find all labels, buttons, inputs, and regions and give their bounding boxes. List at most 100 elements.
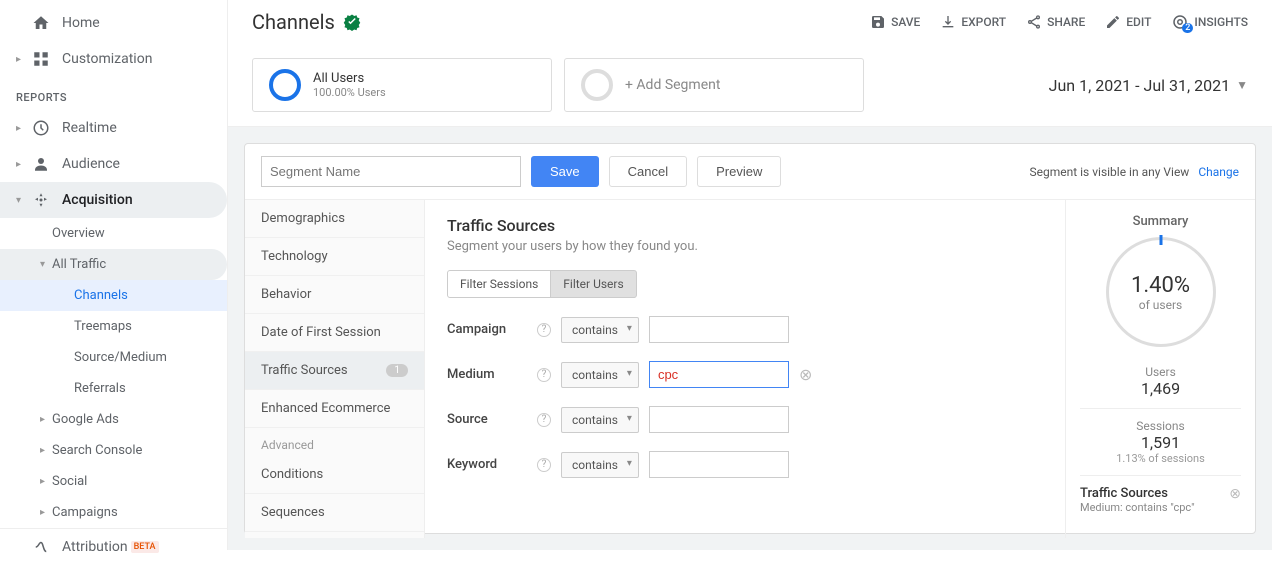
left-item-conditions[interactable]: Conditions [245,456,424,494]
campaign-input[interactable] [649,316,789,343]
summary-pct: 1.40% [1131,273,1190,298]
medium-label: Medium [447,367,527,382]
share-icon [1026,14,1042,30]
expand-arrow: ▾ [40,259,52,270]
insights-button[interactable]: 2INSIGHTS [1171,13,1248,31]
left-item-behavior[interactable]: Behavior [245,276,424,314]
sidebar-sub-campaigns[interactable]: ▸Campaigns [0,497,227,528]
users-metric: Users 1,469 [1080,355,1241,409]
source-input[interactable] [649,406,789,433]
help-icon[interactable]: ? [537,413,551,427]
cancel-button[interactable]: Cancel [609,156,687,187]
save-icon [870,14,886,30]
attribution-icon [30,538,52,556]
summary-panel: Summary 1.40% of users Users 1,469 [1065,200,1255,538]
sidebar-sub-treemaps[interactable]: Treemaps [0,311,227,342]
advanced-label: Advanced [245,428,424,456]
medium-input[interactable] [649,361,789,388]
segment-circle-icon [269,69,301,101]
acquisition-icon [30,191,52,209]
person-icon [30,155,52,173]
segment-all-users[interactable]: All Users 100.00% Users [252,58,552,112]
segment-circle-empty-icon [581,69,613,101]
sidebar-item-label: Realtime [62,120,117,136]
sessions-metric: Sessions 1,591 1.13% of sessions [1080,409,1241,476]
share-button[interactable]: SHARE [1026,14,1085,30]
save-button[interactable]: SAVE [870,14,920,30]
sidebar-sub-google-ads[interactable]: ▸Google Ads [0,404,227,435]
sidebar-sub-social[interactable]: ▸Social [0,466,227,497]
sidebar: Home ▸ Customization REPORTS ▸ Realtime … [0,0,228,550]
sidebar-item-home[interactable]: Home [0,5,227,41]
insights-icon: 2 [1171,13,1189,31]
sidebar-sub-all-traffic[interactable]: ▾ All Traffic [0,249,227,280]
export-icon [940,14,956,30]
sidebar-item-label: Customization [62,51,152,67]
sidebar-item-customization[interactable]: ▸ Customization [0,41,227,77]
keyword-input[interactable] [649,451,789,478]
segment-sub: 100.00% Users [313,86,386,99]
sidebar-item-attribution[interactable]: Attribution BETA [0,529,227,565]
save-button[interactable]: Save [531,156,599,187]
date-range-picker[interactable]: Jun 1, 2021 - Jul 31, 2021 ▼ [1049,76,1248,95]
export-button[interactable]: EXPORT [940,14,1006,30]
campaign-match-dropdown[interactable]: contains [561,317,639,343]
home-icon [30,14,52,32]
filter-count-badge: 1 [386,364,408,377]
edit-button[interactable]: EDIT [1105,14,1151,30]
keyword-match-dropdown[interactable]: contains [561,452,639,478]
segment-name-input[interactable] [261,156,521,187]
customization-icon [30,50,52,68]
segment-row: All Users 100.00% Users + Add Segment Ju… [228,44,1272,127]
left-item-traffic-sources[interactable]: Traffic Sources 1 [245,352,424,390]
editor-center: Traffic Sources Segment your users by ho… [425,200,1065,538]
left-item-sequences[interactable]: Sequences [245,494,424,532]
change-link[interactable]: Change [1198,165,1239,179]
left-item-enhanced-ecom[interactable]: Enhanced Ecommerce [245,390,424,428]
remove-applied-filter-icon[interactable]: ⊗ [1229,486,1241,502]
page-title: Channels [252,10,335,34]
sidebar-item-acquisition[interactable]: ▾ Acquisition [0,182,227,218]
left-item-date-first[interactable]: Date of First Session [245,314,424,352]
medium-match-dropdown[interactable]: contains [561,362,639,388]
left-item-demographics[interactable]: Demographics [245,200,424,238]
help-icon[interactable]: ? [537,323,551,337]
sidebar-item-audience[interactable]: ▸ Audience [0,146,227,182]
keyword-row: Keyword ? contains [447,451,1043,478]
reports-label: REPORTS [0,77,227,110]
expand-arrow: ▾ [16,195,26,206]
sidebar-item-label: Audience [62,156,120,172]
beta-badge: BETA [131,541,159,553]
preview-button[interactable]: Preview [697,156,781,187]
sidebar-item-realtime[interactable]: ▸ Realtime [0,110,227,146]
filter-sessions-tab[interactable]: Filter Sessions [447,270,551,298]
verified-icon [343,13,361,31]
sidebar-sub-channels[interactable]: Channels [0,280,227,311]
help-icon[interactable]: ? [537,458,551,472]
sidebar-sub-overview[interactable]: Overview [0,218,227,249]
source-match-dropdown[interactable]: contains [561,407,639,433]
expand-arrow: ▸ [16,54,26,65]
sidebar-item-label: Home [62,15,100,31]
left-item-technology[interactable]: Technology [245,238,424,276]
applied-filter: Traffic Sources Medium: contains "cpc" ⊗ [1080,476,1241,524]
add-segment-button[interactable]: + Add Segment [564,58,864,112]
page-header: Channels SAVE EXPORT SHARE EDIT 2INSIGHT… [228,0,1272,44]
remove-filter-icon[interactable]: ⊗ [799,365,812,384]
help-icon[interactable]: ? [537,368,551,382]
sidebar-sub-search-console[interactable]: ▸Search Console [0,435,227,466]
visibility-text: Segment is visible in any View Change [1029,165,1239,179]
editor-left-nav: Demographics Technology Behavior Date of… [245,200,425,538]
sidebar-item-label: Attribution [62,539,128,555]
summary-title: Summary [1080,214,1241,229]
sidebar-sub-source-medium[interactable]: Source/Medium [0,342,227,373]
summary-donut: 1.40% of users [1106,237,1216,347]
source-row: Source ? contains [447,406,1043,433]
main-content: Channels SAVE EXPORT SHARE EDIT 2INSIGHT… [228,0,1272,550]
filter-users-tab[interactable]: Filter Users [551,270,636,298]
source-label: Source [447,412,527,427]
pencil-icon [1105,14,1121,30]
summary-pct-label: of users [1139,298,1182,312]
segment-editor: Save Cancel Preview Segment is visible i… [244,143,1256,534]
sidebar-sub-referrals[interactable]: Referrals [0,373,227,404]
